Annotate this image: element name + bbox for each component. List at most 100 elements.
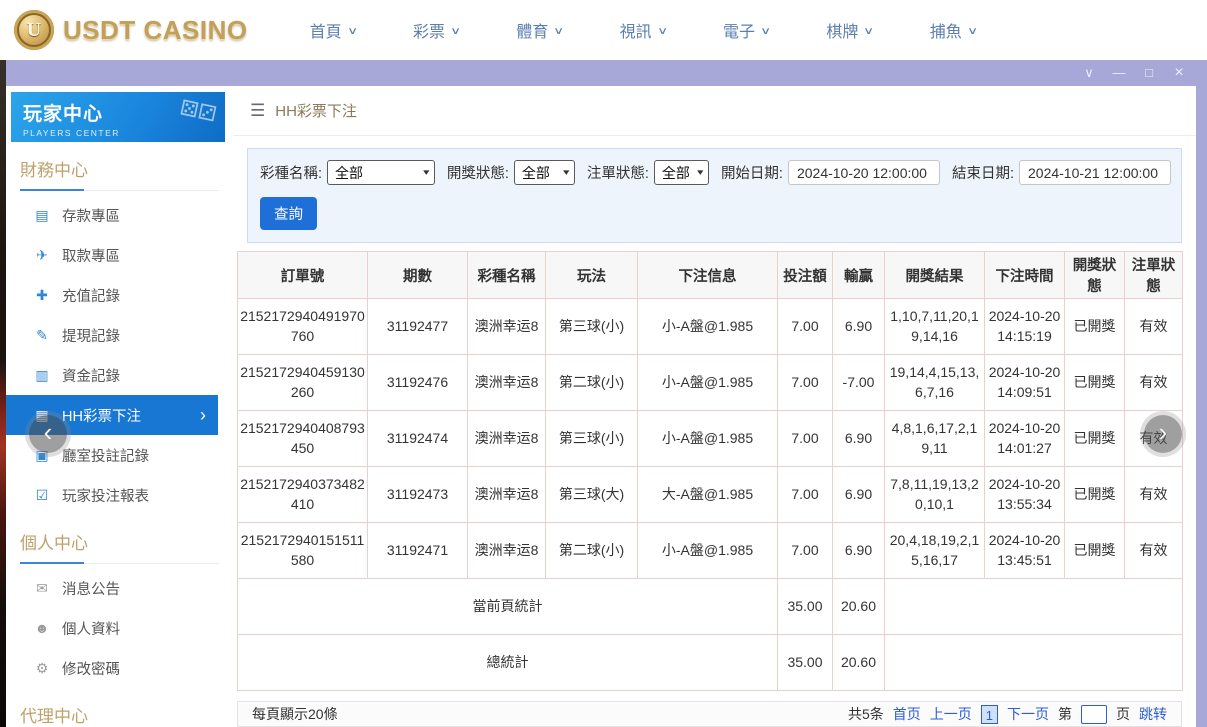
table-cell: 2152172940491970760 [238, 299, 368, 355]
order-status-select[interactable]: 全部 ▾ [654, 160, 709, 185]
col-header-bet-info: 下注信息 [638, 252, 778, 299]
end-date-label: 結束日期: [952, 162, 1014, 183]
jump-button[interactable]: 跳转 [1139, 704, 1167, 724]
table-cell: 31192473 [368, 467, 468, 523]
table-cell: 已開獎 [1065, 411, 1125, 467]
table-cell: 第二球(小) [546, 355, 638, 411]
table-cell: 20,4,18,19,2,15,16,17 [885, 523, 985, 579]
sidebar-item-profile[interactable]: ☻ 個人資料 [6, 608, 218, 648]
table-header-row: 訂單號 期數 彩種名稱 玩法 下注信息 投注額 輸贏 開獎結果 下注時間 開獎狀… [238, 252, 1183, 299]
summary-bet-total: 35.00 [778, 579, 833, 635]
prev-page-link[interactable]: 上一页 [930, 704, 972, 724]
summary-row-current-page: 當前頁統計 35.00 20.60 [238, 579, 1183, 635]
chevron-down-icon: ∨ [553, 26, 564, 37]
chevron-down-icon: ∨ [864, 26, 875, 37]
sidebar-item-announcements[interactable]: ✉ 消息公告 [6, 568, 218, 608]
col-header-order-id: 訂單號 [238, 252, 368, 299]
table-cell: 有效 [1125, 467, 1183, 523]
deposit-icon: ▤ [33, 207, 51, 224]
table-cell: 大-A盤@1.985 [638, 467, 778, 523]
sidebar-item-withdrawal-records[interactable]: ✎ 提現記錄 [6, 315, 218, 355]
summary-label: 當前頁統計 [238, 579, 778, 635]
table-cell: 第二球(小) [546, 523, 638, 579]
player-report-icon: ☑ [33, 487, 51, 504]
nav-item-slots[interactable]: 電子∨ [723, 18, 769, 42]
sidebar-item-funds-records[interactable]: ▥ 資金記錄 [6, 355, 218, 395]
table-cell: 已開獎 [1065, 467, 1125, 523]
table-cell: 小-A盤@1.985 [638, 523, 778, 579]
window-titlebar: ∨ — □ × [6, 60, 1196, 86]
announcement-icon: ✉ [33, 580, 51, 597]
players-center-banner: 玩家中心 PLAYERS CENTER ⚄⚂ [11, 92, 225, 142]
lottery-name-select[interactable]: 全部 ▾ [327, 160, 435, 185]
top-bar: U USDT CASINO 首頁∨ 彩票∨ 體育∨ 視訊∨ 電子∨ 棋牌∨ 捕魚… [0, 0, 1207, 60]
table-cell: 已開獎 [1065, 299, 1125, 355]
window-minimize-button[interactable]: — [1104, 60, 1134, 86]
start-date-input[interactable] [788, 160, 940, 185]
table-cell: 31192474 [368, 411, 468, 467]
sidebar-item-recharge-records[interactable]: ✚ 充值記錄 [6, 275, 218, 315]
table-row: 2152172940408793450 31192474 澳洲幸运8 第三球(小… [238, 411, 1183, 467]
table-row: 2152172940491970760 31192477 澳洲幸运8 第三球(小… [238, 299, 1183, 355]
table-cell [885, 635, 1183, 691]
table-cell: 澳洲幸运8 [468, 523, 546, 579]
search-button[interactable]: 查詢 [260, 197, 317, 230]
chevron-right-icon: › [200, 406, 218, 424]
site-logo[interactable]: U USDT CASINO [14, 10, 248, 50]
table-cell: 有效 [1125, 355, 1183, 411]
col-header-draw-result: 開獎結果 [885, 252, 985, 299]
logo-text: USDT CASINO [63, 15, 248, 46]
table-cell: 澳洲幸运8 [468, 411, 546, 467]
nav-item-live[interactable]: 視訊∨ [620, 18, 666, 42]
page-size-text: 每頁顯示20條 [252, 704, 338, 724]
table-cell: 小-A盤@1.985 [638, 411, 778, 467]
nav-item-sports[interactable]: 體育∨ [516, 18, 562, 42]
total-count-text: 共5条 [848, 704, 884, 724]
table-cell: 2024-10-20 13:55:34 [985, 467, 1065, 523]
sidebar-item-deposit[interactable]: ▤ 存款專區 [6, 195, 218, 235]
carousel-right-button[interactable]: › [1144, 415, 1182, 453]
table-cell: 1,10,7,11,20,19,14,16 [885, 299, 985, 355]
draw-status-select[interactable]: 全部 ▾ [514, 160, 575, 185]
sidebar-item-change-password[interactable]: ⚙ 修改密碼 [6, 648, 218, 688]
menu-icon[interactable]: ☰ [250, 101, 265, 121]
page-title: HH彩票下注 [275, 100, 357, 121]
table-cell: 2024-10-20 14:01:27 [985, 411, 1065, 467]
table-cell: 6.90 [833, 411, 885, 467]
player-center-window: ∨ — □ × 玩家中心 PLAYERS CENTER ⚄⚂ 財務中心 ▤ 存款… [6, 60, 1207, 727]
sidebar-item-player-bet-report[interactable]: ☑ 玩家投注報表 [6, 475, 218, 515]
nav-item-lottery[interactable]: 彩票∨ [413, 18, 459, 42]
nav-item-cards[interactable]: 棋牌∨ [826, 18, 872, 42]
nav-item-home[interactable]: 首頁∨ [310, 18, 356, 42]
profile-icon: ☻ [33, 620, 51, 636]
table-cell: 19,14,4,15,13,6,7,16 [885, 355, 985, 411]
breadcrumb: ☰ HH彩票下注 [233, 86, 1196, 136]
chevron-down-icon: ∨ [760, 26, 771, 37]
jump-label-pre: 第 [1058, 704, 1072, 724]
carousel-left-button[interactable]: ‹ [29, 415, 67, 453]
col-header-bet-time: 下注時間 [985, 252, 1065, 299]
first-page-link[interactable]: 首页 [893, 704, 921, 724]
summary-label: 總統計 [238, 635, 778, 691]
next-page-link[interactable]: 下一页 [1007, 704, 1049, 724]
main-content: ☰ HH彩票下注 彩種名稱: 全部 ▾ 開獎狀態: 全部 ▾ 注單狀態: [233, 86, 1196, 727]
pager: 共5条 首页 上一页 1 下一页 第 页 跳转 [848, 704, 1167, 724]
page-jump-input[interactable] [1081, 705, 1107, 724]
table-row: 2152172940459130260 31192476 澳洲幸运8 第二球(小… [238, 355, 1183, 411]
table-cell: 7.00 [778, 299, 833, 355]
nav-item-fishing[interactable]: 捕魚∨ [930, 18, 976, 42]
current-page-indicator[interactable]: 1 [981, 705, 998, 724]
col-header-order-status: 注單狀態 [1125, 252, 1183, 299]
sidebar: 玩家中心 PLAYERS CENTER ⚄⚂ 財務中心 ▤ 存款專區 ✈ 取款專… [6, 86, 233, 727]
table-cell: 2152172940408793450 [238, 411, 368, 467]
section-heading-agent: 代理中心 [20, 702, 219, 727]
window-maximize-button[interactable]: □ [1134, 60, 1164, 86]
sidebar-item-withdraw[interactable]: ✈ 取款專區 [6, 235, 218, 275]
funds-record-icon: ▥ [33, 367, 51, 384]
end-date-input[interactable] [1019, 160, 1171, 185]
bets-table: 訂單號 期數 彩種名稱 玩法 下注信息 投注額 輸贏 開獎結果 下注時間 開獎狀… [237, 251, 1183, 691]
table-cell: 7.00 [778, 355, 833, 411]
window-close-button[interactable]: × [1164, 60, 1194, 86]
logo-emblem-icon: U [14, 10, 54, 50]
window-collapse-button[interactable]: ∨ [1074, 60, 1104, 86]
